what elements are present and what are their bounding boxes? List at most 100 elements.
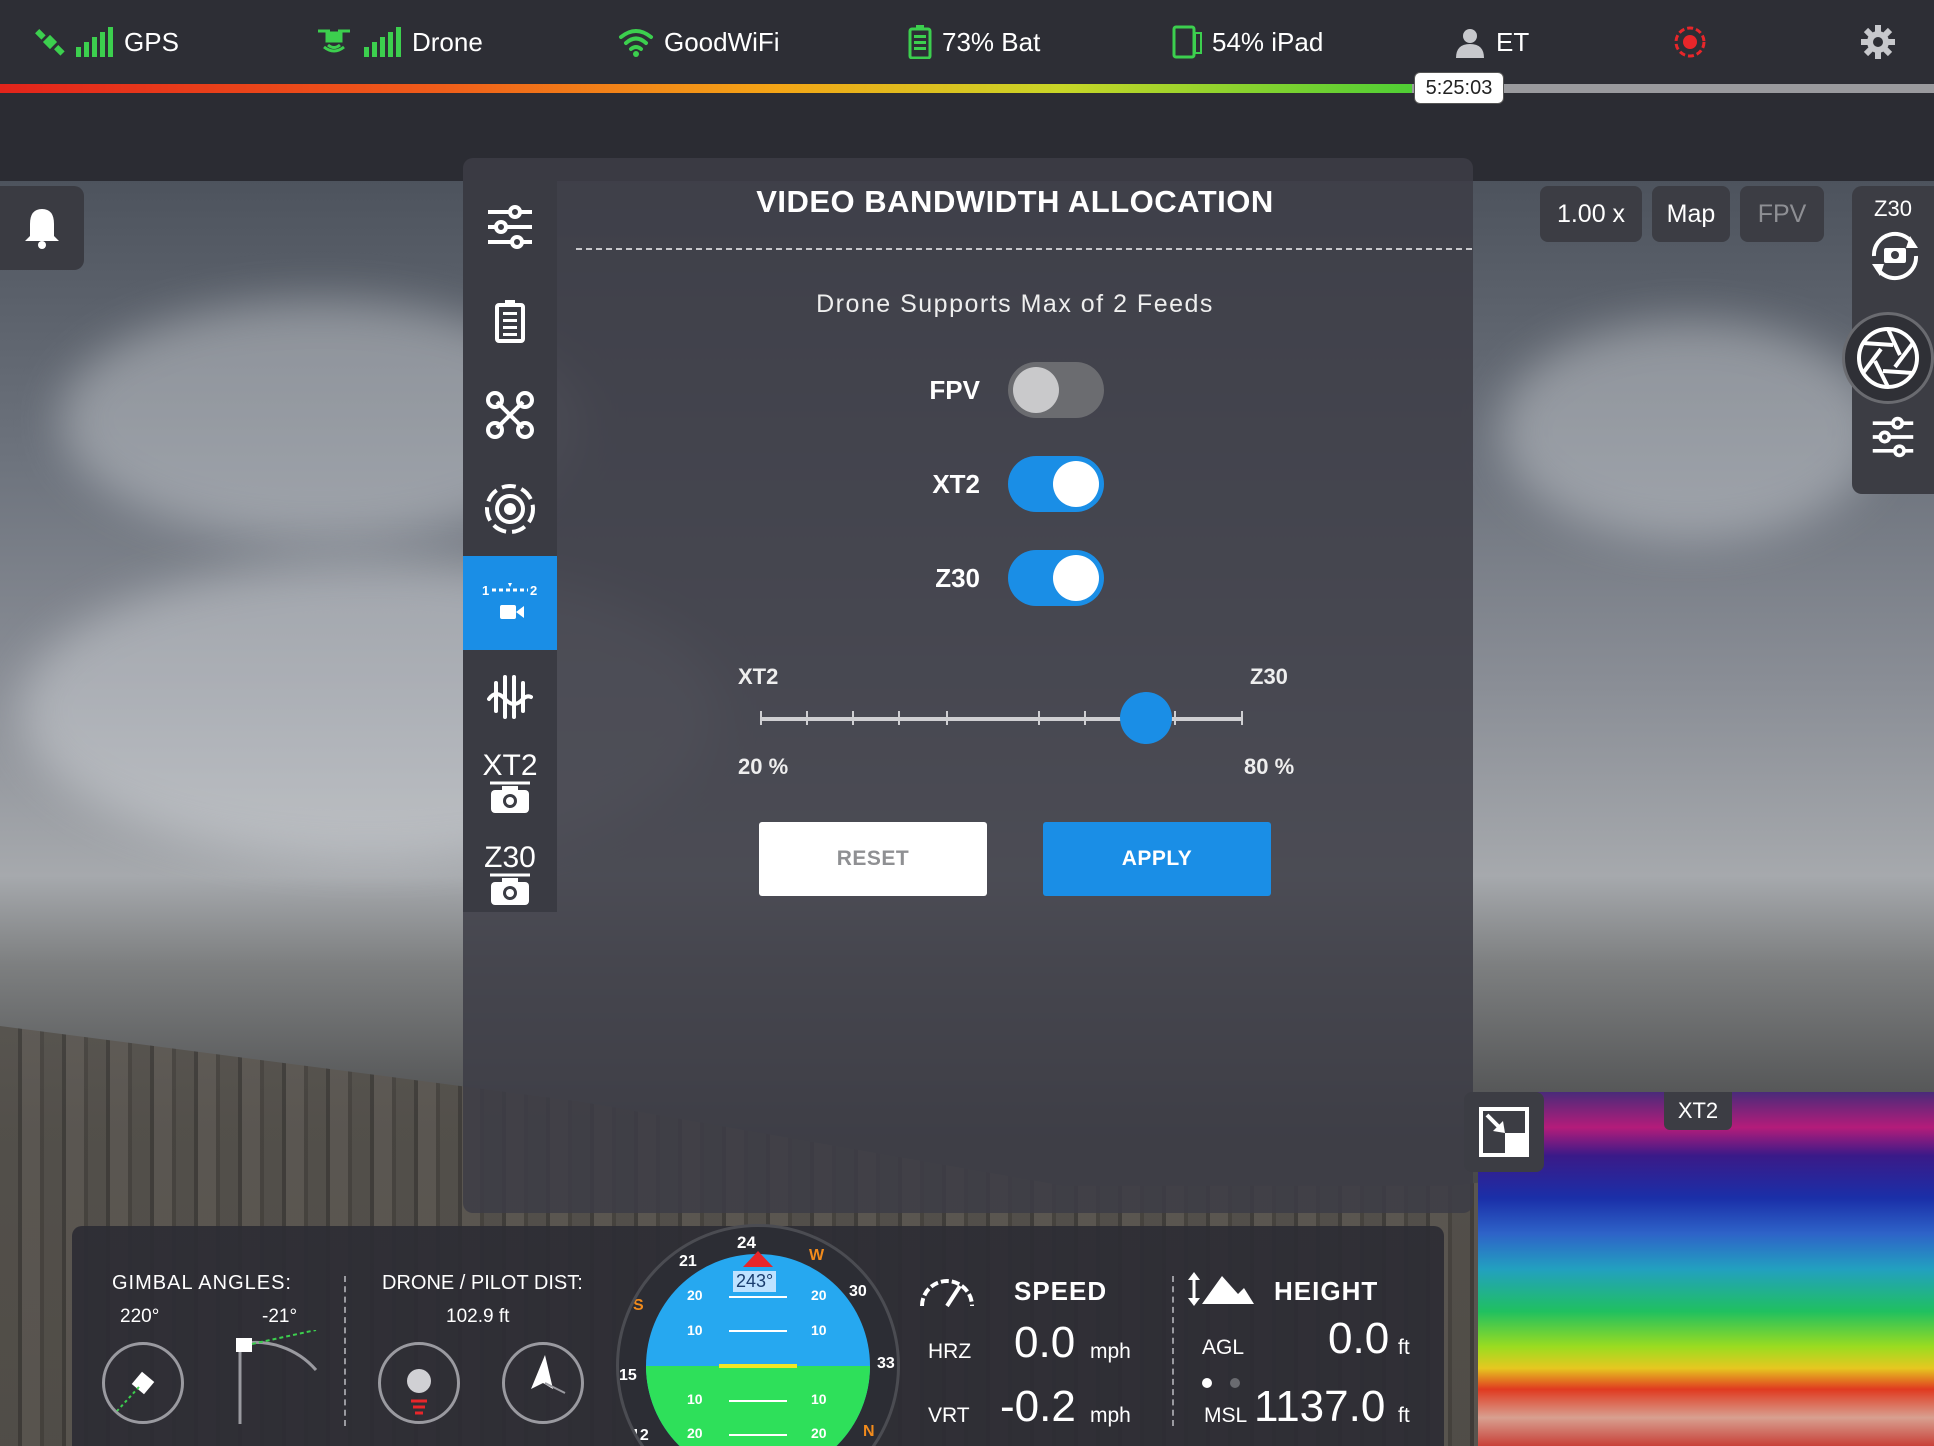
gimbal-pitch-gauge xyxy=(236,1329,320,1431)
sidebar-item-cam-z30[interactable]: Z30 xyxy=(463,828,557,922)
compass-15: 15 xyxy=(619,1367,637,1384)
altitude-mountain-icon xyxy=(1188,1272,1254,1306)
camera-settings-button[interactable] xyxy=(1870,414,1916,465)
pip-thermal-feed[interactable] xyxy=(1478,1092,1934,1446)
dist-value: 102.9 ft xyxy=(446,1306,510,1327)
battery-icon xyxy=(495,300,525,343)
page-dot[interactable] xyxy=(1230,1378,1240,1388)
vrt-label: VRT xyxy=(928,1404,970,1427)
agl-unit: ft xyxy=(1398,1336,1410,1359)
signal-bars-icon xyxy=(76,27,113,57)
pitch-label: 20 xyxy=(687,1425,703,1441)
swap-pip-button[interactable] xyxy=(1464,1092,1544,1172)
feed-label: FPV xyxy=(929,374,980,405)
switch-camera-button[interactable] xyxy=(1866,230,1924,287)
drone-status[interactable]: Drone xyxy=(314,18,483,66)
flight-battery-fill xyxy=(0,84,1412,93)
slider-right-value: 80 % xyxy=(1244,754,1295,779)
expand-icon xyxy=(1479,1107,1529,1157)
bell-icon xyxy=(25,209,59,249)
cam-xt2-label: XT2 xyxy=(482,749,538,782)
gimbal-pitch: -21° xyxy=(262,1306,298,1327)
agl-value: 0.0 xyxy=(1328,1314,1390,1363)
record-button[interactable] xyxy=(1672,18,1708,66)
svg-text:1: 1 xyxy=(482,583,489,598)
gimbal-title: GIMBAL ANGLES: xyxy=(112,1272,292,1294)
pitch-label: 20 xyxy=(811,1287,827,1303)
feed-label: Z30 xyxy=(935,562,980,593)
msl-label: MSL xyxy=(1204,1404,1248,1427)
sidebar-item-battery[interactable] xyxy=(463,274,557,368)
feed-row-z30: Z30 xyxy=(900,548,1104,608)
settings-button[interactable] xyxy=(1860,18,1896,66)
wifi-icon xyxy=(619,29,653,57)
waveform-icon xyxy=(487,675,533,719)
wifi-status[interactable]: GoodWiFi xyxy=(618,18,780,66)
sidebar-item-aircraft[interactable] xyxy=(463,368,557,462)
map-button[interactable]: Map xyxy=(1652,186,1730,242)
gimbal-yaw-icon xyxy=(116,1371,155,1412)
agl-label: AGL xyxy=(1202,1336,1245,1359)
sliders-icon xyxy=(488,205,532,249)
feed-row-xt2: XT2 xyxy=(900,454,1104,514)
battery-label: 73% Bat xyxy=(942,26,1041,57)
fpv-view-button[interactable]: FPV xyxy=(1740,186,1824,242)
reset-button[interactable]: RESET xyxy=(759,822,987,896)
sidebar-item-general[interactable] xyxy=(463,180,557,274)
pip-camera-label: XT2 xyxy=(1664,1092,1732,1130)
compass-30: 30 xyxy=(849,1283,867,1300)
toggle-knob xyxy=(1053,555,1099,601)
app-root: GPS Drone GoodWiFi 73% Bat 54% iPad ET 5… xyxy=(0,0,1934,1446)
signal-bars-icon xyxy=(364,27,401,57)
gimbal-yaw-gauge xyxy=(102,1342,184,1424)
drone-icon xyxy=(407,1369,431,1415)
shutter-button[interactable] xyxy=(1842,312,1934,404)
speedometer-icon xyxy=(920,1279,974,1308)
notifications-button[interactable] xyxy=(0,186,84,270)
apply-button[interactable]: APPLY xyxy=(1043,822,1271,896)
gimbal-yaw: 220° xyxy=(120,1306,160,1327)
gimbal-target-icon xyxy=(485,484,535,534)
active-camera-label: Z30 xyxy=(1874,196,1912,221)
ipad-status[interactable]: 54% iPad xyxy=(1172,18,1323,66)
gear-icon xyxy=(1861,25,1895,59)
pilot-gauge xyxy=(502,1342,584,1424)
attitude-indicator: 24 21 W 30 S 15 33 12 N 243° 20 20 10 10… xyxy=(616,1224,900,1446)
hrz-value: 0.0 xyxy=(1014,1318,1076,1367)
wifi-label: GoodWiFi xyxy=(664,26,780,57)
ipad-label: 54% iPad xyxy=(1212,26,1324,57)
camera-switch-icon xyxy=(1871,231,1919,281)
sidebar-item-gimbal[interactable] xyxy=(463,462,557,556)
sidebar-item-signal[interactable] xyxy=(463,650,557,744)
pitch-label: 10 xyxy=(687,1391,703,1407)
gps-label: GPS xyxy=(124,26,179,57)
zoom-button[interactable]: 1.00 x xyxy=(1540,186,1642,242)
xt2-toggle[interactable] xyxy=(1008,456,1104,512)
bandwidth-slider-thumb[interactable] xyxy=(1120,692,1173,744)
compass-21: 21 xyxy=(679,1253,697,1270)
gps-status[interactable]: GPS xyxy=(34,18,179,66)
fpv-toggle[interactable] xyxy=(1008,362,1104,418)
pitch-label: 20 xyxy=(811,1425,827,1441)
heading-arrow-icon xyxy=(531,1355,566,1394)
pitch-label: 10 xyxy=(811,1391,827,1407)
settings-sidebar: 12 XT2 Z30 xyxy=(463,180,557,912)
page-dot-active[interactable] xyxy=(1202,1378,1212,1388)
battery-status[interactable]: 73% Bat xyxy=(908,18,1040,66)
compass-s: S xyxy=(633,1297,644,1314)
toggle-knob xyxy=(1013,367,1059,413)
sidebar-item-video-bandwidth[interactable]: 12 xyxy=(463,556,557,650)
height-title: HEIGHT xyxy=(1274,1276,1379,1306)
flight-battery-bar xyxy=(0,84,1934,93)
slider-left-value: 20 % xyxy=(738,754,789,779)
toggle-knob xyxy=(1053,461,1099,507)
z30-toggle[interactable] xyxy=(1008,550,1104,606)
msl-unit: ft xyxy=(1398,1404,1410,1427)
drone-signal-icon xyxy=(318,29,350,53)
sidebar-item-cam-xt2[interactable]: XT2 xyxy=(463,736,557,830)
msl-value: 1137.0 xyxy=(1254,1382,1386,1431)
user-status[interactable]: ET xyxy=(1454,18,1529,66)
pitch-label: 10 xyxy=(811,1322,827,1338)
hrz-unit: mph xyxy=(1090,1340,1131,1363)
pitch-label: 20 xyxy=(687,1287,703,1303)
